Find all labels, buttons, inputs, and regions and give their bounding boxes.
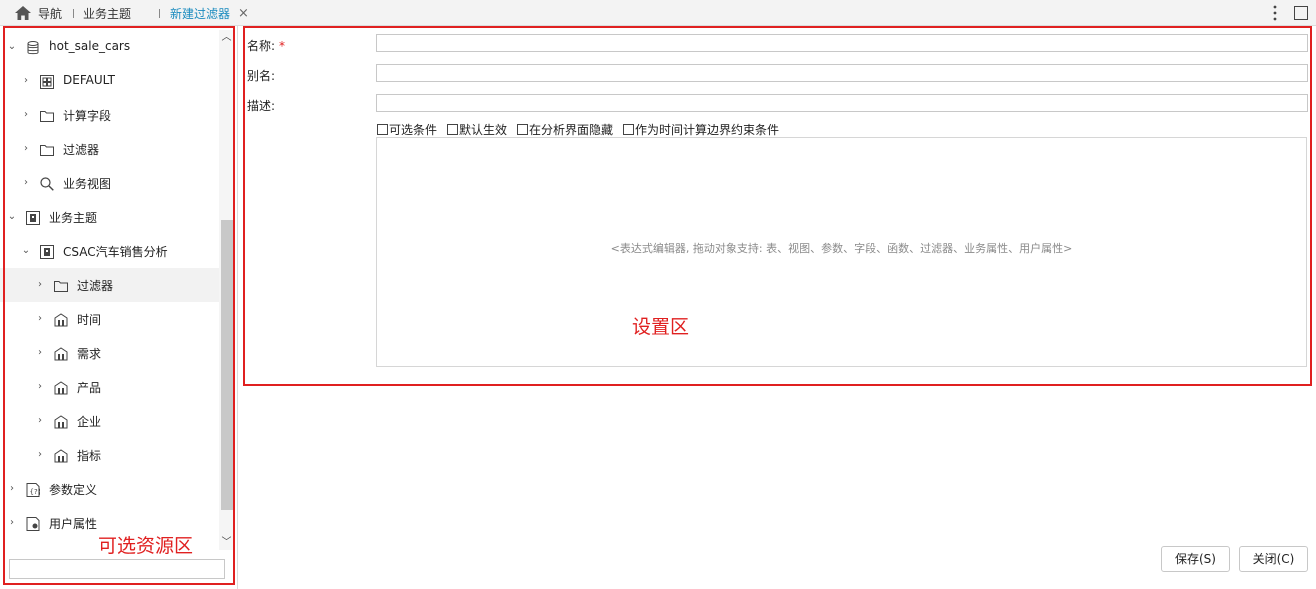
description-input[interactable] bbox=[376, 94, 1308, 112]
hide-in-analysis-checkbox[interactable]: 在分析界面隐藏 bbox=[517, 121, 613, 138]
annotation-label-left: 可选资源区 bbox=[98, 535, 194, 557]
checkbox-box[interactable] bbox=[447, 124, 459, 135]
name-input[interactable] bbox=[376, 34, 1308, 52]
tab-bar: 导航 业务主题 新建过滤器 × bbox=[0, 0, 1316, 26]
alias-input[interactable] bbox=[376, 64, 1308, 82]
checkbox-label: 可选条件 bbox=[389, 123, 438, 137]
home-icon[interactable] bbox=[15, 6, 31, 20]
checkbox-box[interactable] bbox=[517, 124, 529, 135]
checkbox-label: 默认生效 bbox=[459, 123, 508, 137]
checkbox-label: 在分析界面隐藏 bbox=[529, 123, 614, 137]
description-label: 描述: bbox=[247, 99, 276, 113]
filter-options: 可选条件 默认生效 在分析界面隐藏 作为时间计算边界约束条件 bbox=[377, 121, 789, 138]
tab-new-filter[interactable]: 新建过滤器 bbox=[170, 0, 230, 26]
alias-label: 别名: bbox=[247, 69, 276, 83]
editor-hint: <表达式编辑器, 拖动对象支持: 表、视图、参数、字段、函数、过滤器、业务属性、… bbox=[610, 242, 1073, 255]
expression-editor[interactable]: <表达式编辑器, 拖动对象支持: 表、视图、参数、字段、函数、过滤器、业务属性、… bbox=[376, 137, 1307, 367]
close-tab-icon[interactable]: × bbox=[238, 0, 249, 26]
time-boundary-constraint-checkbox[interactable]: 作为时间计算边界约束条件 bbox=[623, 121, 779, 138]
annotation-box-left bbox=[3, 26, 235, 585]
checkbox-box[interactable] bbox=[623, 124, 635, 135]
annotation-label-right: 设置区 bbox=[632, 316, 690, 338]
save-button[interactable]: 保存(S) bbox=[1161, 546, 1230, 572]
more-menu-icon[interactable] bbox=[1272, 4, 1278, 22]
required-mark: * bbox=[279, 39, 286, 53]
checkbox-label: 作为时间计算边界约束条件 bbox=[635, 123, 780, 137]
name-label: 名称: * bbox=[247, 37, 285, 54]
tab-business-theme[interactable]: 业务主题 bbox=[83, 0, 131, 26]
name-label-text: 名称: bbox=[247, 39, 276, 53]
checkbox-box[interactable] bbox=[377, 124, 388, 135]
close-button[interactable]: 关闭(C) bbox=[1239, 546, 1308, 572]
tab-separator bbox=[73, 9, 74, 18]
maximize-icon[interactable] bbox=[1294, 6, 1308, 20]
default-effective-checkbox[interactable]: 默认生效 bbox=[447, 121, 507, 138]
tab-navigation[interactable]: 导航 bbox=[38, 0, 62, 26]
optional-condition-checkbox[interactable]: 可选条件 bbox=[377, 121, 437, 138]
tab-separator bbox=[159, 9, 160, 18]
